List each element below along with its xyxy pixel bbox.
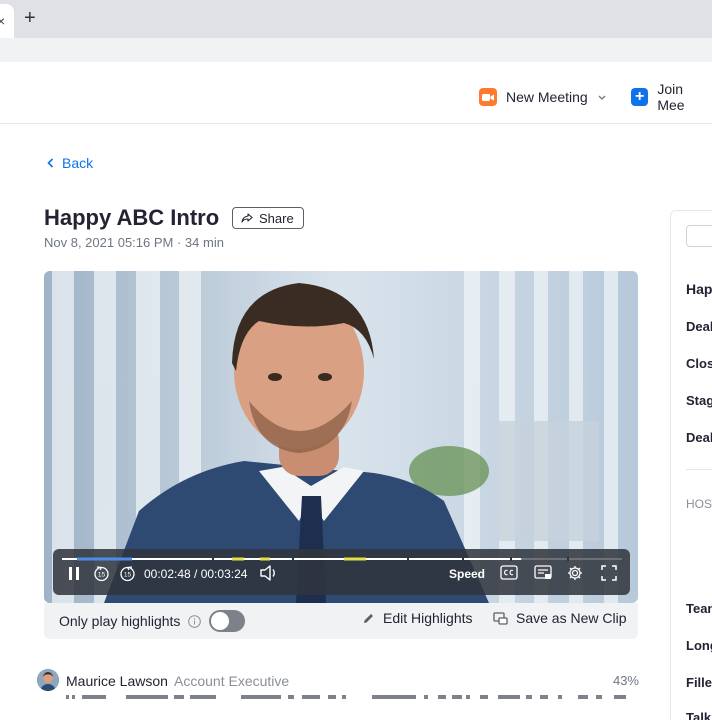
- new-meeting-button[interactable]: New Meeting: [479, 86, 606, 108]
- captions-button[interactable]: [500, 565, 518, 580]
- page-title: Happy ABC Intro: [44, 205, 220, 230]
- edit-highlights-label: Edit Highlights: [383, 610, 473, 626]
- rewind-15-icon: 15: [94, 566, 109, 582]
- speaker-row: Maurice Lawson Account Executive 43%: [37, 669, 639, 705]
- speaker-name: Maurice Lawson: [66, 673, 168, 689]
- avatar: [37, 669, 59, 691]
- panel-label: Talk: [686, 710, 712, 720]
- forward-15-button[interactable]: 15: [119, 565, 136, 582]
- panel-label: Stag: [686, 393, 712, 408]
- speaker-role: Account Executive: [174, 673, 290, 689]
- player-controls: 15 15 00:02:48 / 00:03:24 Speed: [53, 549, 630, 595]
- only-play-highlights: Only play highlights: [59, 610, 246, 632]
- join-meeting-button[interactable]: + Join Mee: [631, 81, 712, 113]
- panel-label: Clos: [686, 356, 712, 371]
- video-camera-icon: [479, 88, 497, 106]
- pencil-icon: [364, 613, 373, 623]
- app-header: New Meeting + Join Mee: [0, 68, 712, 124]
- join-meeting-label: Join Mee: [657, 81, 685, 113]
- speed-button[interactable]: Speed: [449, 567, 485, 581]
- forward-15-label: 15: [124, 572, 132, 579]
- panel-divider: [686, 469, 712, 470]
- chevron-down-icon[interactable]: [598, 92, 606, 102]
- rewind-15-button[interactable]: 15: [93, 565, 110, 582]
- panel-label: Tean: [686, 601, 712, 616]
- back-label: Back: [62, 155, 94, 171]
- video-player[interactable]: 15 15 00:02:48 / 00:03:24 Speed: [44, 271, 638, 603]
- captions-icon: [500, 565, 518, 580]
- volume-button[interactable]: [260, 565, 278, 581]
- fullscreen-button[interactable]: [601, 565, 617, 581]
- deal-info-panel: Hap Deal Clos Stag Deal HOS Tean Long Fi…: [670, 210, 712, 720]
- rewind-15-label: 15: [98, 572, 106, 579]
- talk-track: [66, 695, 626, 699]
- volume-icon: [260, 565, 275, 581]
- forward-15-icon: 15: [120, 566, 135, 582]
- recording-detail-page: Back Happy ABC Intro Share Nov 8, 2021 0…: [0, 124, 712, 720]
- close-tab-icon[interactable]: ×: [0, 13, 5, 29]
- fullscreen-icon: [601, 565, 617, 581]
- panel-label: Long: [686, 638, 712, 653]
- back-link[interactable]: Back: [47, 155, 93, 171]
- panel-dropdown[interactable]: [686, 225, 712, 247]
- recording-meta: Nov 8, 2021 05:16 PM · 34 min: [44, 235, 224, 250]
- new-tab-button[interactable]: +: [24, 8, 36, 28]
- gear-icon: [568, 566, 582, 580]
- share-icon: [241, 213, 253, 223]
- save-as-new-clip-button[interactable]: Save as New Clip: [493, 610, 627, 626]
- save-as-new-clip-label: Save as New Clip: [516, 610, 627, 626]
- panel-label: Deal: [686, 430, 712, 445]
- pause-button[interactable]: [68, 567, 80, 580]
- edit-highlights-button[interactable]: Edit Highlights: [362, 610, 473, 626]
- panel-section-title: HOS: [686, 497, 712, 511]
- browser-tab[interactable]: ×: [0, 4, 14, 38]
- panel-label: Fille: [686, 675, 712, 690]
- settings-button[interactable]: [567, 565, 583, 581]
- info-icon[interactable]: [188, 614, 202, 628]
- speaker-talk-percent: 43%: [612, 673, 639, 688]
- plus-icon: +: [631, 88, 649, 106]
- pause-icon: [69, 567, 79, 580]
- highlights-toggle[interactable]: [209, 610, 246, 632]
- only-play-highlights-label: Only play highlights: [59, 613, 181, 629]
- progress-bar[interactable]: [62, 556, 622, 562]
- share-button[interactable]: Share: [232, 207, 304, 229]
- time-readout: 00:02:48 / 00:03:24: [144, 567, 248, 581]
- new-meeting-label: New Meeting: [506, 89, 588, 105]
- share-label: Share: [259, 210, 294, 226]
- highlight-bar: Only play highlights Edit Highlights Sav…: [44, 603, 638, 639]
- transcript-icon: [534, 565, 552, 579]
- panel-heading: Hap: [686, 281, 712, 297]
- panel-label: Deal: [686, 319, 712, 334]
- chevron-left-icon: [47, 158, 54, 168]
- transcript-button[interactable]: [534, 565, 552, 580]
- clip-icon: [493, 611, 508, 625]
- browser-tab-strip: × +: [0, 0, 712, 38]
- browser-toolbar: [0, 38, 712, 68]
